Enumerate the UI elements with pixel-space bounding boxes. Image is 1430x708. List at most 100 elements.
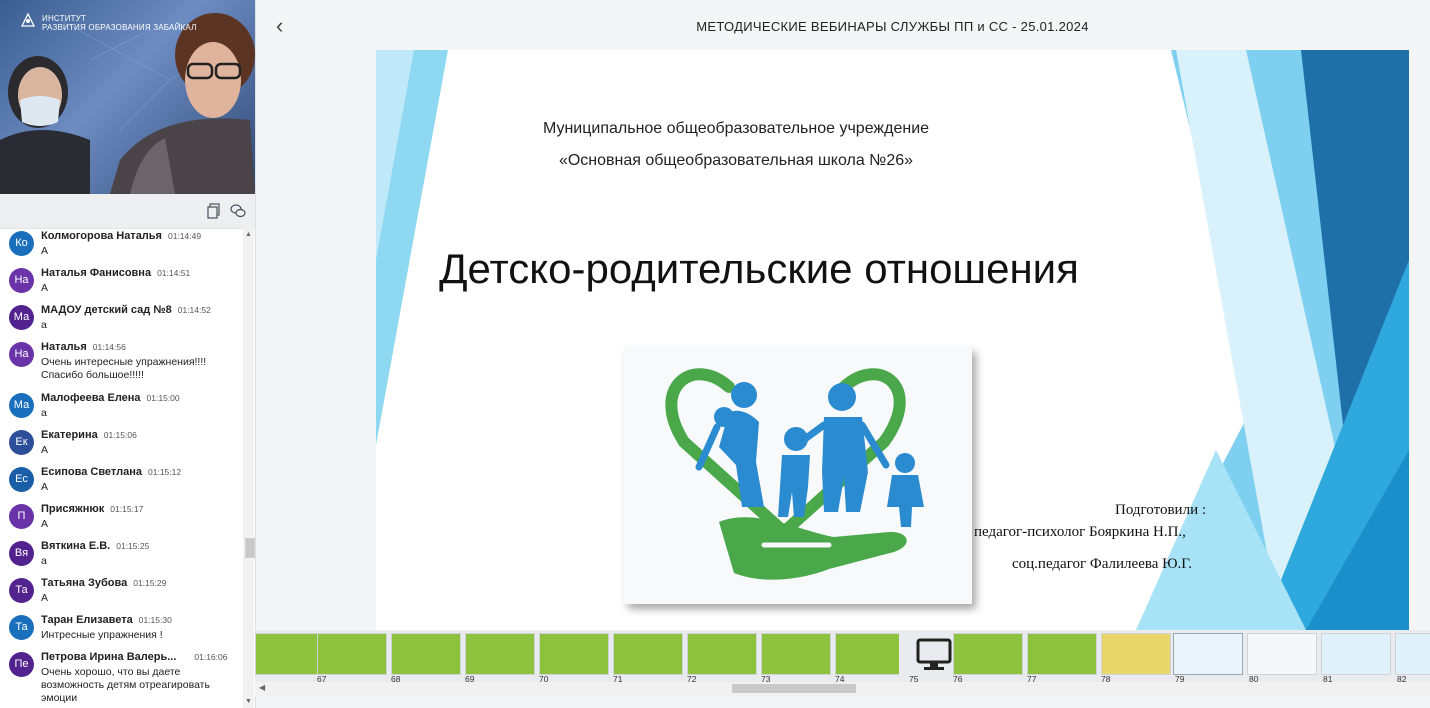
sender-name-text: Татьяна Зубова (41, 577, 128, 589)
chat-scrollbar[interactable]: ▲ ▼ (243, 228, 255, 708)
slide-thumbnail[interactable] (255, 633, 325, 675)
avatar: Та (9, 578, 34, 603)
thumbnail-scrollbar-thumb[interactable] (732, 684, 856, 693)
slide-thumbnail[interactable] (317, 633, 387, 675)
message-time: 01:15:25 (116, 541, 150, 551)
message-time: 01:15:00 (146, 393, 180, 403)
message-text: А (41, 444, 49, 456)
slide-thumbnail[interactable] (391, 633, 461, 675)
sender-name: Наталья 01:14:56 (41, 341, 126, 353)
message-text: А (41, 518, 49, 530)
sender-name-text: Колмогорова Наталья (41, 230, 162, 242)
slide-thumbnail[interactable] (1321, 633, 1391, 675)
message-time: 01:15:17 (110, 504, 144, 514)
scroll-left-arrow-icon[interactable]: ◀ (259, 683, 265, 692)
sender-name: Татьяна Зубова 01:15:29 (41, 577, 166, 589)
message-time: 01:14:49 (167, 231, 202, 241)
slide-subtitle-line-2: «Основная общеобразовательная школа №26» (558, 152, 914, 169)
scroll-down-arrow-icon[interactable]: ▼ (245, 698, 252, 705)
logo-line-1: ИНСТИТУТ (42, 14, 87, 23)
avatar: Та (9, 615, 34, 640)
message-time: 01:16:06 (194, 652, 228, 662)
slide-number: 73 (761, 674, 771, 682)
back-arrow-icon[interactable]: ‹ (276, 15, 294, 37)
slide-number: 70 (539, 674, 549, 682)
slide-number: 68 (391, 674, 401, 682)
avatar: Ма (9, 305, 34, 330)
slide-thumbnail[interactable] (465, 633, 535, 675)
slide-number: 69 (465, 674, 475, 682)
message-text: Очень интересные упражнения!!!! Спасибо … (41, 356, 207, 381)
sender-name-text: Наталья Фанисовна (41, 267, 152, 279)
sender-name-text: Екатерина (41, 429, 98, 441)
slide-thumbnail[interactable] (687, 633, 757, 675)
sender-name: Присяжнюк 01:15:17 (41, 503, 143, 515)
slide-number: 75 (909, 674, 919, 682)
slide-subtitle-line-1: Муниципальное общеобразовательное учрежд… (542, 120, 930, 137)
sender-name-text: Вяткина Е.В. (41, 540, 111, 552)
sender-name-text: Таран Елизавета (41, 614, 133, 626)
sender-name: Вяткина Е.В. 01:15:25 (41, 540, 149, 552)
chat-bubbles-icon[interactable] (230, 203, 246, 219)
message-text: а (41, 555, 47, 567)
sender-name-text: Петрова Ирина Валерь... (41, 651, 177, 663)
avatar: П (9, 504, 34, 529)
chat-message-list[interactable]: Ко Колмогорова Наталья 01:14:49 А На Ната… (0, 228, 242, 708)
family-heart-illustration (624, 347, 972, 604)
message-text: А (41, 592, 49, 604)
message-time: 01:14:56 (92, 342, 126, 352)
avatar: Вя (9, 541, 34, 566)
scroll-up-arrow-icon[interactable]: ▲ (245, 231, 252, 238)
slide-thumbnail[interactable] (953, 633, 1023, 675)
slide-number: 78 (1101, 674, 1111, 682)
slide-thumbnail-current[interactable] (1173, 633, 1243, 675)
slide-thumbnail[interactable] (1101, 633, 1171, 675)
message-text: а (41, 319, 47, 331)
slide-thumbnail[interactable] (1395, 633, 1430, 675)
slide-number: 82 (1397, 674, 1407, 682)
slide-number: 76 (953, 674, 963, 682)
avatar: Пе (9, 652, 34, 677)
slide-thumbnail[interactable] (613, 633, 683, 675)
copy-icon[interactable] (206, 203, 222, 219)
sender-name: Колмогорова Наталья 01:14:49 (41, 230, 201, 242)
institute-logo-icon (20, 12, 36, 27)
avatar: Ма (9, 393, 34, 418)
sender-name: Екатерина 01:15:06 (41, 429, 137, 441)
slide-thumbnail[interactable] (1247, 633, 1317, 675)
sender-name: МАДОУ детский сад №8 01:14:52 (41, 304, 211, 316)
authors-label: Подготовили : (1115, 502, 1207, 518)
avatar: Ес (9, 467, 34, 492)
sender-name-text: МАДОУ детский сад №8 (41, 304, 172, 316)
sender-name: Наталья Фанисовна 01:14:51 (41, 267, 190, 279)
slide-number: 80 (1249, 674, 1259, 682)
author-2: соц.педагог Фалилеева Ю.Г. (1012, 556, 1193, 572)
slide-thumbnail[interactable] (761, 633, 831, 675)
sender-name-text: Наталья (41, 341, 87, 353)
slide-number: 67 (317, 674, 327, 682)
page-title: МЕТОДИЧЕСКИЕ ВЕБИНАРЫ СЛУЖБЫ ПП и СС - 2… (696, 19, 1089, 34)
slide-number: 71 (613, 674, 623, 682)
video-feed[interactable]: ИНСТИТУТ РАЗВИТИЯ ОБРАЗОВАНИЯ ЗАБАЙКАЛ (0, 0, 255, 194)
sender-name: Малофеева Елена 01:15:00 (41, 392, 180, 404)
sender-name-text: Малофеева Елена (41, 392, 141, 404)
slide-thumbnail[interactable] (835, 633, 905, 675)
slide-number: 74 (835, 674, 845, 682)
slide-thumbnail[interactable] (539, 633, 609, 675)
slide-thumbnail[interactable] (1027, 633, 1097, 675)
chat-toolbar (0, 194, 255, 229)
message-time: 01:14:52 (177, 305, 211, 315)
message-text: А (41, 282, 49, 294)
message-text: а (41, 407, 47, 419)
thumbnail-scrollbar[interactable]: ◀ (255, 682, 1430, 696)
slide-thumbnail-strip[interactable]: 67 68 69 70 71 72 73 74 75 76 77 78 79 8… (255, 630, 1430, 682)
message-text: А (41, 245, 49, 257)
slide-number: 72 (687, 674, 697, 682)
slide-title: Детско-родительские отношения (439, 245, 1079, 292)
sender-name: Есипова Светлана 01:15:12 (41, 466, 181, 478)
chat-scrollbar-thumb[interactable] (245, 538, 255, 558)
message-time: 01:15:12 (148, 467, 182, 477)
message-time: 01:15:06 (103, 430, 137, 440)
avatar: На (9, 342, 34, 367)
slide-number: 77 (1027, 674, 1037, 682)
